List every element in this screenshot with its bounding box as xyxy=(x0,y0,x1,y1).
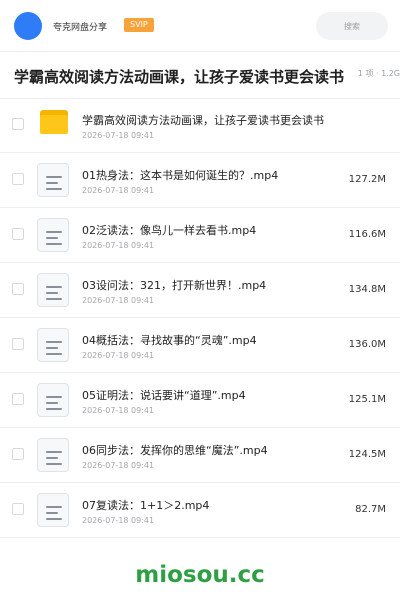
document-icon xyxy=(37,493,69,527)
file-date: 2026-07-18 09:41 xyxy=(82,351,155,360)
page-title: 学霸高效阅读方法动画课，让孩子爱读书更会读书 xyxy=(14,68,345,86)
checkbox[interactable] xyxy=(12,393,24,405)
search-input[interactable] xyxy=(316,12,388,40)
file-size: 127.2M xyxy=(348,174,386,185)
file-size: 136.0M xyxy=(348,339,386,350)
file-date: 2026-07-18 09:41 xyxy=(82,406,155,415)
watermark: miosou.cc xyxy=(135,562,265,588)
list-item[interactable]: 07复读法：1+1＞2.mp4 2026-07-18 09:41 82.7M xyxy=(0,483,400,538)
list-item[interactable]: 01热身法：这本书是如何诞生的？.mp4 2026-07-18 09:41 12… xyxy=(0,153,400,208)
file-size: 125.1M xyxy=(348,394,386,405)
file-name: 05证明法：说话要讲“道理”.mp4 xyxy=(82,389,246,402)
username: 夸克网盘分享 xyxy=(53,23,108,33)
document-icon xyxy=(37,328,69,362)
list-item[interactable]: 05证明法：说话要讲“道理”.mp4 2026-07-18 09:41 125.… xyxy=(0,373,400,428)
list-item[interactable]: 02泛读法：像鸟儿一样去看书.mp4 2026-07-18 09:41 116.… xyxy=(0,208,400,263)
file-name: 03设问法：321，打开新世界！.mp4 xyxy=(82,279,267,292)
folder-icon xyxy=(40,110,68,134)
svip-badge: SVIP xyxy=(124,18,154,32)
checkbox[interactable] xyxy=(12,338,24,350)
file-date: 2026-07-18 09:41 xyxy=(82,461,155,470)
folder-meta: 1 项 · 1.2G xyxy=(353,68,400,79)
file-date: 2026-07-18 09:41 xyxy=(82,131,155,140)
folder-title-bar: 学霸高效阅读方法动画课，让孩子爱读书更会读书 1 项 · 1.2G xyxy=(0,52,400,99)
file-size: 116.6M xyxy=(348,229,386,240)
document-icon xyxy=(37,273,69,307)
list-item[interactable]: 04概括法：寻找故事的“灵魂”.mp4 2026-07-18 09:41 136… xyxy=(0,318,400,373)
checkbox[interactable] xyxy=(12,118,24,130)
document-icon xyxy=(37,163,69,197)
checkbox[interactable] xyxy=(12,448,24,460)
file-name: 学霸高效阅读方法动画课，让孩子爱读书更会读书 xyxy=(82,114,324,127)
file-size: 124.5M xyxy=(348,449,386,460)
file-date: 2026-07-18 09:41 xyxy=(82,186,155,195)
file-name: 01热身法：这本书是如何诞生的？.mp4 xyxy=(82,169,279,182)
file-size: 82.7M xyxy=(355,504,386,515)
checkbox[interactable] xyxy=(12,173,24,185)
file-date: 2026-07-18 09:41 xyxy=(82,296,155,305)
file-size: 134.8M xyxy=(348,284,386,295)
list-item[interactable]: 06同步法：发挥你的思维“魔法”.mp4 2026-07-18 09:41 12… xyxy=(0,428,400,483)
checkbox[interactable] xyxy=(12,283,24,295)
file-list: 学霸高效阅读方法动画课，让孩子爱读书更会读书 2026-07-18 09:41 … xyxy=(0,98,400,538)
checkbox[interactable] xyxy=(12,228,24,240)
file-name: 06同步法：发挥你的思维“魔法”.mp4 xyxy=(82,444,268,457)
checkbox[interactable] xyxy=(12,503,24,515)
file-name: 07复读法：1+1＞2.mp4 xyxy=(82,499,210,512)
avatar[interactable] xyxy=(14,12,42,40)
list-item[interactable]: 学霸高效阅读方法动画课，让孩子爱读书更会读书 2026-07-18 09:41 xyxy=(0,98,400,153)
document-icon xyxy=(37,438,69,472)
file-name: 04概括法：寻找故事的“灵魂”.mp4 xyxy=(82,334,257,347)
document-icon xyxy=(37,383,69,417)
list-item[interactable]: 03设问法：321，打开新世界！.mp4 2026-07-18 09:41 13… xyxy=(0,263,400,318)
header-bar: 夸克网盘分享 SVIP xyxy=(0,0,400,52)
file-date: 2026-07-18 09:41 xyxy=(82,516,155,525)
file-name: 02泛读法：像鸟儿一样去看书.mp4 xyxy=(82,224,257,237)
document-icon xyxy=(37,218,69,252)
file-date: 2026-07-18 09:41 xyxy=(82,241,155,250)
